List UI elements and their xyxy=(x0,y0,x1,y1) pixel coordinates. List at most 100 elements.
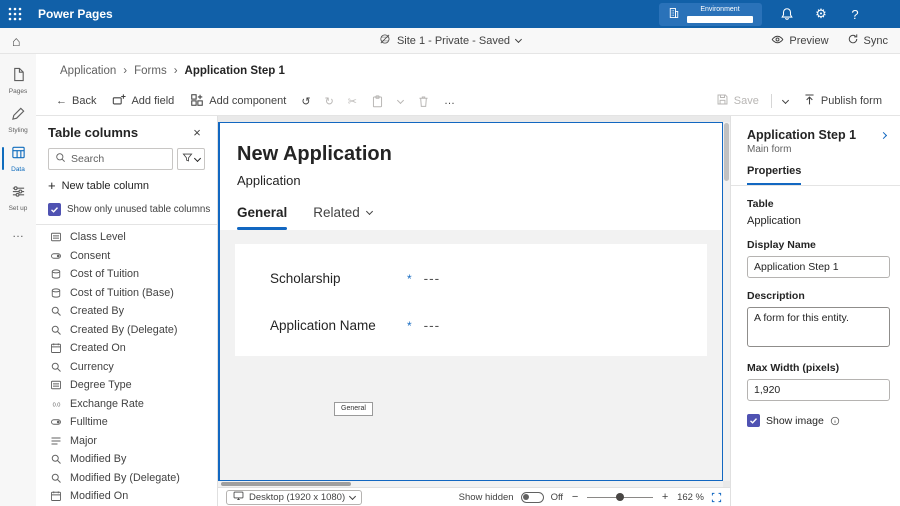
table-column-label: Major xyxy=(70,434,97,447)
more-commands-icon[interactable]: … xyxy=(437,87,462,115)
table-column-item[interactable]: Created By xyxy=(36,302,217,321)
table-column-item[interactable]: 0.0 Exchange Rate xyxy=(36,395,217,414)
table-column-item[interactable]: Modified By xyxy=(36,450,217,469)
monitor-icon xyxy=(233,490,244,504)
scrollbar-thumb[interactable] xyxy=(221,482,351,486)
zoom-slider[interactable] xyxy=(587,492,654,503)
currency-column-icon xyxy=(49,286,63,300)
save-button[interactable]: Save xyxy=(708,93,767,109)
section-name-chip: General xyxy=(334,402,373,416)
table-column-label: Exchange Rate xyxy=(70,397,144,410)
table-column-item[interactable]: Created By (Delegate) xyxy=(36,321,217,340)
notifications-bell-icon[interactable] xyxy=(778,7,796,21)
scrollbar-thumb[interactable] xyxy=(724,123,729,181)
table-column-item[interactable]: Currency xyxy=(36,358,217,377)
table-column-item[interactable]: Major xyxy=(36,432,217,451)
close-icon[interactable]: × xyxy=(189,125,205,140)
properties-panel: Application Step 1 Main form Properties … xyxy=(730,116,900,506)
datetime-column-icon xyxy=(49,341,63,355)
info-icon[interactable] xyxy=(830,416,840,426)
slider-thumb[interactable] xyxy=(616,493,625,501)
back-arrow-icon: ← xyxy=(56,95,67,107)
show-unused-columns-checkbox[interactable]: Show only unused table columns xyxy=(48,201,210,217)
text-column-icon xyxy=(49,434,63,448)
back-button[interactable]: ← Back xyxy=(48,87,104,115)
collapse-panel-chevron-icon[interactable] xyxy=(876,131,890,139)
show-hidden-toggle[interactable] xyxy=(520,491,544,503)
redo-icon[interactable]: ↻ xyxy=(318,87,341,115)
sync-button[interactable]: Sync xyxy=(847,33,888,48)
header-actions: Environment ⚙ ? xyxy=(659,2,890,26)
field-section[interactable]: Scholarship * --- Application Name * --- xyxy=(235,244,707,356)
form-field-row[interactable]: Application Name * --- xyxy=(235,302,707,349)
table-label: Table xyxy=(747,198,774,210)
max-width-input[interactable] xyxy=(747,379,890,401)
table-column-item[interactable]: Cost of Tuition xyxy=(36,265,217,284)
boolean-column-icon xyxy=(49,415,63,429)
sidebar-item-styling[interactable]: Styling xyxy=(0,101,36,140)
app-header: Power Pages Environment ⚙ ? xyxy=(0,0,900,28)
table-column-item[interactable]: Created On xyxy=(36,339,217,358)
more-workspaces-icon[interactable]: … xyxy=(12,226,24,240)
vertical-scrollbar[interactable] xyxy=(723,122,730,481)
properties-tabs: Properties xyxy=(731,165,900,186)
chevron-down-icon xyxy=(515,35,523,44)
app-title: Power Pages xyxy=(38,7,113,21)
chevron-down-icon xyxy=(193,154,202,162)
help-icon[interactable]: ? xyxy=(846,7,864,22)
field-value: --- xyxy=(423,271,441,286)
sidebar-item-pages[interactable]: Pages xyxy=(0,62,36,101)
form-page[interactable]: New Application Application General Rela… xyxy=(218,122,723,481)
table-column-label: Cost of Tuition (Base) xyxy=(70,286,174,299)
add-component-button[interactable]: Add component xyxy=(182,87,294,115)
show-image-checkbox[interactable]: Show image xyxy=(747,414,890,427)
environment-picker[interactable]: Environment xyxy=(659,2,762,26)
site-globe-icon xyxy=(379,33,391,48)
show-hidden-label: Show hidden xyxy=(458,491,514,503)
fit-to-screen-icon[interactable] xyxy=(711,492,722,503)
table-column-item[interactable]: Modified On xyxy=(36,487,217,506)
publish-form-button[interactable]: Publish form xyxy=(795,93,890,109)
breadcrumb-item-application[interactable]: Application xyxy=(60,65,116,77)
waffle-menu-icon[interactable] xyxy=(0,0,30,28)
preview-button[interactable]: Preview xyxy=(771,33,829,49)
search-icon xyxy=(55,152,66,166)
styling-icon xyxy=(11,106,26,124)
environment-name-redacted xyxy=(687,15,753,23)
paste-options-chevron-icon[interactable] xyxy=(391,87,410,115)
tab-general[interactable]: General xyxy=(237,205,288,230)
checkbox-checked-icon xyxy=(747,414,760,427)
description-input[interactable]: A form for this entity. xyxy=(747,307,890,347)
save-options-chevron-icon[interactable] xyxy=(776,96,795,104)
paste-clipboard-icon[interactable] xyxy=(364,87,391,115)
new-table-column-button[interactable]: + New table column xyxy=(48,177,205,195)
search-input[interactable] xyxy=(71,153,166,165)
filter-button[interactable] xyxy=(177,148,205,170)
add-field-button[interactable]: Add field xyxy=(104,87,182,115)
tab-properties[interactable]: Properties xyxy=(747,165,802,185)
environment-label: Environment xyxy=(700,5,740,13)
table-column-item[interactable]: Consent xyxy=(36,247,217,266)
tab-related[interactable]: Related xyxy=(313,205,373,230)
breadcrumb-item-forms[interactable]: Forms xyxy=(134,65,167,77)
site-status-dropdown[interactable]: Site 1 - Private - Saved xyxy=(379,33,523,48)
device-selector[interactable]: Desktop (1920 x 1080) xyxy=(226,489,363,505)
cut-scissors-icon[interactable]: ✂ xyxy=(341,87,364,115)
form-header[interactable]: New Application Application General Rela… xyxy=(220,123,722,230)
form-field-row[interactable]: Scholarship * --- xyxy=(235,255,707,302)
search-box xyxy=(48,148,173,170)
zoom-out-button[interactable]: − xyxy=(570,491,580,503)
table-column-item[interactable]: Class Level xyxy=(36,228,217,247)
table-column-item[interactable]: Fulltime xyxy=(36,413,217,432)
delete-trash-icon[interactable] xyxy=(410,87,437,115)
undo-icon[interactable]: ↺ xyxy=(294,87,317,115)
table-column-item[interactable]: Degree Type xyxy=(36,376,217,395)
table-column-item[interactable]: Modified By (Delegate) xyxy=(36,469,217,488)
sidebar-item-setup[interactable]: Set up xyxy=(0,179,36,218)
display-name-input[interactable] xyxy=(747,256,890,278)
zoom-in-button[interactable]: + xyxy=(660,491,670,503)
home-icon[interactable]: ⌂ xyxy=(12,33,20,49)
sidebar-item-data[interactable]: Data xyxy=(0,140,36,179)
table-column-item[interactable]: Cost of Tuition (Base) xyxy=(36,284,217,303)
settings-gear-icon[interactable]: ⚙ xyxy=(812,6,830,22)
